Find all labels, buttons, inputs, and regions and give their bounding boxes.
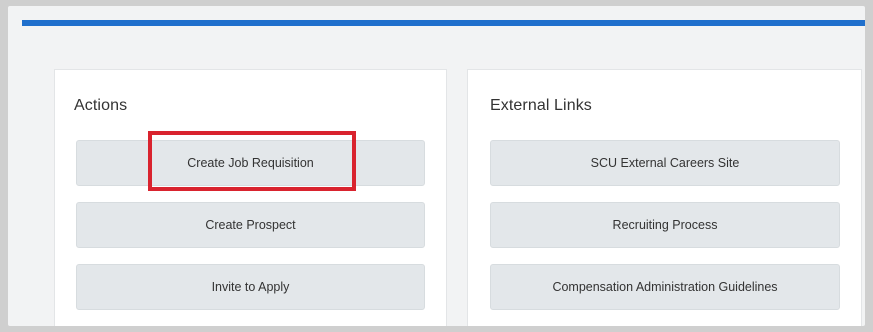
- screenshot-frame: Actions Create Job Requisition Create Pr…: [8, 6, 865, 326]
- actions-card: Actions Create Job Requisition Create Pr…: [55, 70, 446, 326]
- external-links-title: External Links: [490, 97, 592, 114]
- invite-to-apply-button[interactable]: Invite to Apply: [76, 264, 425, 310]
- create-prospect-button[interactable]: Create Prospect: [76, 202, 425, 248]
- actions-title: Actions: [74, 97, 128, 114]
- header-accent-bar: [22, 20, 865, 26]
- recruiting-process-link[interactable]: Recruiting Process: [490, 202, 840, 248]
- external-links-card: External Links SCU External Careers Site…: [468, 70, 861, 326]
- scu-external-careers-site-link[interactable]: SCU External Careers Site: [490, 140, 840, 186]
- compensation-administration-guidelines-link[interactable]: Compensation Administration Guidelines: [490, 264, 840, 310]
- create-job-requisition-button[interactable]: Create Job Requisition: [76, 140, 425, 186]
